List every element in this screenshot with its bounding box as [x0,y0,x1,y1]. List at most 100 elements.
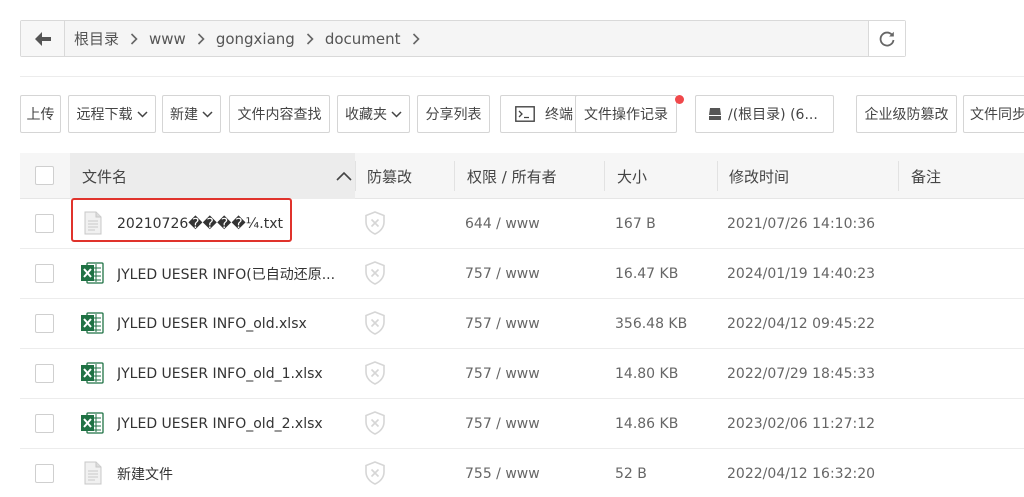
table-row[interactable]: 新建文件 755 / www 52 B 2022/04/12 16:32:20 [20,449,1024,497]
column-header-size-label: 大小 [617,167,648,186]
excel-file-icon [80,361,104,389]
file-note[interactable] [909,199,1019,249]
file-permission[interactable]: 757 / www [465,349,600,399]
remote-download-label: 远程下载 [76,107,133,123]
table-row[interactable]: JYLED UESER INFO(已自动还原... 757 / www 16.47 … [20,249,1024,299]
file-size: 16.47 KB [615,266,679,282]
share-list-button[interactable]: 分享列表 [417,95,490,133]
share-list-label: 分享列表 [425,107,482,123]
row-checkbox[interactable] [35,364,54,383]
row-checkbox[interactable] [35,314,54,333]
back-button[interactable] [21,21,65,56]
file-sync-label: 文件同步 [970,107,1024,123]
file-note[interactable] [909,399,1019,449]
file-mtime: 2022/07/29 18:45:33 [727,366,876,382]
file-name[interactable]: JYLED UESER INFO_old.xlsx [117,299,349,349]
tamper-proof-button[interactable]: 企业级防篡改 [856,95,957,133]
refresh-button[interactable] [868,21,905,56]
column-header-note-label: 备注 [911,167,942,186]
shield-icon[interactable] [364,361,386,389]
content-search-label: 文件内容查找 [237,107,322,123]
column-divider [454,161,455,191]
file-sync-button[interactable]: 文件同步 [963,95,1024,133]
excel-file-icon [80,261,104,289]
tamper-proof-label: 企业级防篡改 [864,107,949,123]
file-permission[interactable]: 755 / www [465,449,600,497]
file-mtime: 2022/04/12 09:45:22 [727,316,876,332]
disk-button[interactable]: /(根目录) (6... [695,95,834,133]
file-name[interactable]: 新建文件 [117,449,349,497]
column-header-tamper[interactable]: 防篡改 [367,153,447,199]
chevron-right-icon [130,32,138,45]
row-checkbox[interactable] [35,264,54,283]
table-row[interactable]: JYLED UESER INFO_old_1.xlsx 757 / www 14.8… [20,349,1024,399]
disk-icon [708,107,722,121]
file-permission[interactable]: 757 / www [465,399,600,449]
file-note[interactable] [909,299,1019,349]
file-name[interactable]: JYLED UESER INFO(已自动还原... [117,249,349,299]
shield-icon[interactable] [364,261,386,289]
column-header-size[interactable]: 大小 [617,153,717,199]
upload-label: 上传 [26,107,55,123]
favorites-button[interactable]: 收藏夹 [337,95,410,133]
breadcrumb-item-document[interactable]: document [325,30,401,48]
breadcrumb-item-www[interactable]: www [149,30,186,48]
column-header-name[interactable]: 文件名 [82,153,352,199]
column-divider [604,161,605,191]
row-checkbox[interactable] [35,214,54,233]
highlight-box [71,198,292,242]
shield-icon[interactable] [364,461,386,489]
file-permission[interactable]: 757 / www [465,299,600,349]
breadcrumb: 根目录 www gongxiang document [65,21,868,56]
upload-button[interactable]: 上传 [20,95,61,133]
chevron-right-icon[interactable] [412,32,420,45]
column-header-mtime-label: 修改时间 [729,167,790,186]
new-button[interactable]: 新建 [162,95,221,133]
shield-icon[interactable] [364,411,386,439]
file-size: 14.80 KB [615,366,679,382]
select-all-checkbox[interactable] [35,166,54,185]
text-file-icon [84,461,102,489]
excel-file-icon [80,311,104,339]
shield-icon[interactable] [364,211,386,239]
file-size: 52 B [615,466,647,482]
breadcrumb-item-root[interactable]: 根目录 [74,28,119,49]
favorites-label: 收藏夹 [345,107,387,123]
file-note[interactable] [909,249,1019,299]
column-header-note: 备注 [911,153,1011,199]
file-log-button[interactable]: 文件操作记录 [575,95,677,133]
file-note[interactable] [909,449,1019,497]
excel-file-icon [80,411,104,439]
row-checkbox[interactable] [35,464,54,483]
path-bar: 根目录 www gongxiang document [20,20,906,57]
file-permission[interactable]: 644 / www [465,199,600,249]
file-log-label: 文件操作记录 [584,107,668,123]
terminal-icon [515,106,535,122]
file-size: 14.86 KB [615,416,679,432]
file-size: 356.48 KB [615,316,688,332]
sort-up-icon [336,171,352,181]
remote-download-button[interactable]: 远程下载 [68,95,156,133]
chevron-right-icon [306,32,314,45]
column-header-perm-label: 权限 / 所有者 [467,167,557,186]
content-search-button[interactable]: 文件内容查找 [229,95,330,133]
row-checkbox[interactable] [35,414,54,433]
file-name[interactable]: JYLED UESER INFO_old_2.xlsx [117,399,349,449]
column-header-mtime[interactable]: 修改时间 [729,153,889,199]
column-header-tamper-label: 防篡改 [367,167,413,186]
chevron-down-icon [202,110,213,118]
disk-label: /(根目录) (6... [728,107,818,123]
file-name[interactable]: JYLED UESER INFO_old_1.xlsx [117,349,349,399]
table-row[interactable]: JYLED UESER INFO_old_2.xlsx 757 / www 14.8… [20,399,1024,449]
column-header-perm[interactable]: 权限 / 所有者 [467,153,607,199]
breadcrumb-item-gongxiang[interactable]: gongxiang [216,30,295,48]
refresh-icon [879,31,895,46]
file-note[interactable] [909,349,1019,399]
arrow-left-icon [34,31,51,46]
new-label: 新建 [170,107,198,123]
column-header-name-label: 文件名 [82,167,128,186]
shield-icon[interactable] [364,311,386,339]
notification-dot [675,95,684,104]
table-row[interactable]: JYLED UESER INFO_old.xlsx 757 / www 356.48… [20,299,1024,349]
file-permission[interactable]: 757 / www [465,249,600,299]
